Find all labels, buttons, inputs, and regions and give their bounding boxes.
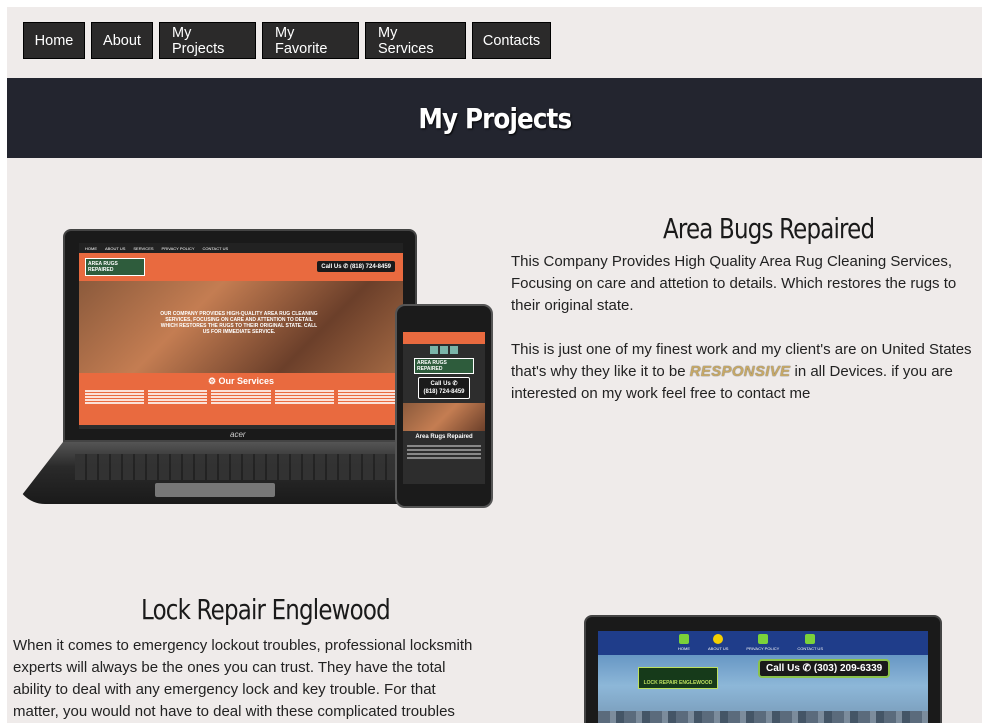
project-1-phone-mockup: AREA RUGS REPAIRED Call Us ✆ (818) 724-8… xyxy=(395,304,493,508)
mockup-logo: LOCK REPAIR ENGLEWOOD xyxy=(638,667,718,689)
project-2-title: Lock Repair Englewood xyxy=(141,593,391,626)
top-nav: Home About My Projects My Favorite My Se… xyxy=(23,22,551,59)
mockup-nav-label: HOME xyxy=(678,646,690,651)
laptop-screen-content: HOME ABOUT US SERVICES PRIVACY POLICY CO… xyxy=(79,243,403,429)
mockup-nav-item: ABOUT US xyxy=(105,246,126,251)
home-icon xyxy=(679,634,689,644)
phone-call-label: Call Us ✆ xyxy=(430,381,458,387)
mockup-nav: HOME ABOUT US SERVICES PRIVACY POLICY CO… xyxy=(79,243,403,253)
description-text: in all Devices. if you are xyxy=(790,363,953,380)
nav-home-button[interactable]: Home xyxy=(23,22,85,59)
mockup-header: AREA RUGS REPAIRED Call Us ✆ (818) 724-8… xyxy=(79,253,403,281)
nav-my-projects-button[interactable]: My Projects xyxy=(159,22,256,59)
nav-about-button[interactable]: About xyxy=(91,22,153,59)
description-line: their original state. xyxy=(511,297,634,314)
description-line: matter, you would not have to deal with … xyxy=(13,703,455,720)
mockup-nav-item: HOME xyxy=(85,246,97,251)
responsive-highlight: RESPONSIVE xyxy=(689,363,791,380)
mockup-nav-privacy: PRIVACY POLICY xyxy=(746,634,779,652)
mockup-logo: AREA RUGS REPAIRED xyxy=(85,258,145,276)
laptop-screen: HOME ABOUT US SERVICES PRIVACY POLICY CO… xyxy=(63,229,417,442)
info-icon xyxy=(713,634,724,644)
mockup-nav-label: CONTACT US xyxy=(797,646,823,651)
phone-subtitle: Area Rugs Repaired xyxy=(415,434,473,440)
project-2-description: When it comes to emergency lockout troub… xyxy=(13,635,472,723)
phone-logo: AREA RUGS REPAIRED xyxy=(414,358,474,374)
mockup-nav: HOME ABOUT US PRIVACY POLICY CONTACT US xyxy=(598,631,928,655)
folder-icon xyxy=(757,634,768,644)
project-2-laptop-mockup: HOME ABOUT US PRIVACY POLICY CONTACT US … xyxy=(584,615,942,723)
description-line: This is just one of my finest work and m… xyxy=(511,341,972,358)
description-line: This Company Provides High Quality Area … xyxy=(511,253,953,270)
social-icon xyxy=(440,346,448,354)
project-1-laptop-mockup: HOME ABOUT US SERVICES PRIVACY POLICY CO… xyxy=(15,229,417,514)
phone-icon xyxy=(805,634,816,644)
phone-hero-image xyxy=(403,403,485,431)
mockup-city-skyline xyxy=(598,711,928,723)
mockup-nav-item: PRIVACY POLICY xyxy=(161,246,195,251)
mockup-nav-item: CONTACT US xyxy=(202,246,229,251)
page-banner: My Projects xyxy=(7,78,982,158)
nav-my-favorite-button[interactable]: My Favorite xyxy=(262,22,359,59)
mockup-nav-home: HOME xyxy=(678,634,690,652)
phone-call-number: (818) 724-8459 xyxy=(423,389,465,395)
phone-text-lines xyxy=(403,445,485,459)
mockup-hero-image: OUR COMPANY PROVIDES HIGH-QUALITY AREA R… xyxy=(79,281,403,373)
mockup-call-badge: Call Us ✆ (818) 724-8459 xyxy=(317,261,395,272)
mockup-hero-text: OUR COMPANY PROVIDES HIGH-QUALITY AREA R… xyxy=(160,311,318,335)
social-icon xyxy=(450,346,458,354)
project-1-description: This Company Provides High Quality Area … xyxy=(511,251,972,405)
laptop-keyboard xyxy=(75,454,395,480)
mockup-nav-label: PRIVACY POLICY xyxy=(746,646,780,651)
description-line: interested on my work feel free to conta… xyxy=(511,385,811,402)
mockup-services-title: ⚙ Our Services xyxy=(207,376,275,386)
description-line: that's why they like it to be RESPONSIVE… xyxy=(511,361,972,383)
laptop-touchpad xyxy=(155,483,275,497)
phone-call-badge: Call Us ✆ (818) 724-8459 xyxy=(418,377,470,399)
mockup-services: ⚙ Our Services xyxy=(79,373,403,425)
description-line: ability to deal with any emergency lock … xyxy=(13,681,436,698)
laptop-screen-content: HOME ABOUT US PRIVACY POLICY CONTACT US … xyxy=(598,631,928,723)
page-title: My Projects xyxy=(418,101,572,135)
mockup-call-badge: Call Us ✆ (303) 209-6339 xyxy=(758,659,891,678)
laptop-brand-logo: acer xyxy=(230,430,246,439)
phone-screen-content: AREA RUGS REPAIRED Call Us ✆ (818) 724-8… xyxy=(403,332,485,484)
nav-my-services-button[interactable]: My Services xyxy=(365,22,466,59)
social-icon xyxy=(430,346,438,354)
project-1-title: Area Bugs Repaired xyxy=(663,212,875,245)
mockup-nav-item: SERVICES xyxy=(133,246,154,251)
mockup-services-grid xyxy=(79,387,403,407)
phone-header xyxy=(403,332,485,344)
mockup-nav-contact: CONTACT US xyxy=(797,634,823,652)
nav-contacts-button[interactable]: Contacts xyxy=(472,22,551,59)
description-line: experts will always be the ones you can … xyxy=(13,659,446,676)
page: Home About My Projects My Favorite My Se… xyxy=(7,7,982,723)
description-line: Focusing on care and attetion to details… xyxy=(511,275,957,292)
description-text: that's why they like it to be xyxy=(511,363,690,380)
mockup-nav-label: ABOUT US xyxy=(708,646,729,651)
phone-social-icons xyxy=(403,344,485,356)
description-line: When it comes to emergency lockout troub… xyxy=(13,637,473,654)
mockup-nav-about: ABOUT US xyxy=(708,634,728,652)
